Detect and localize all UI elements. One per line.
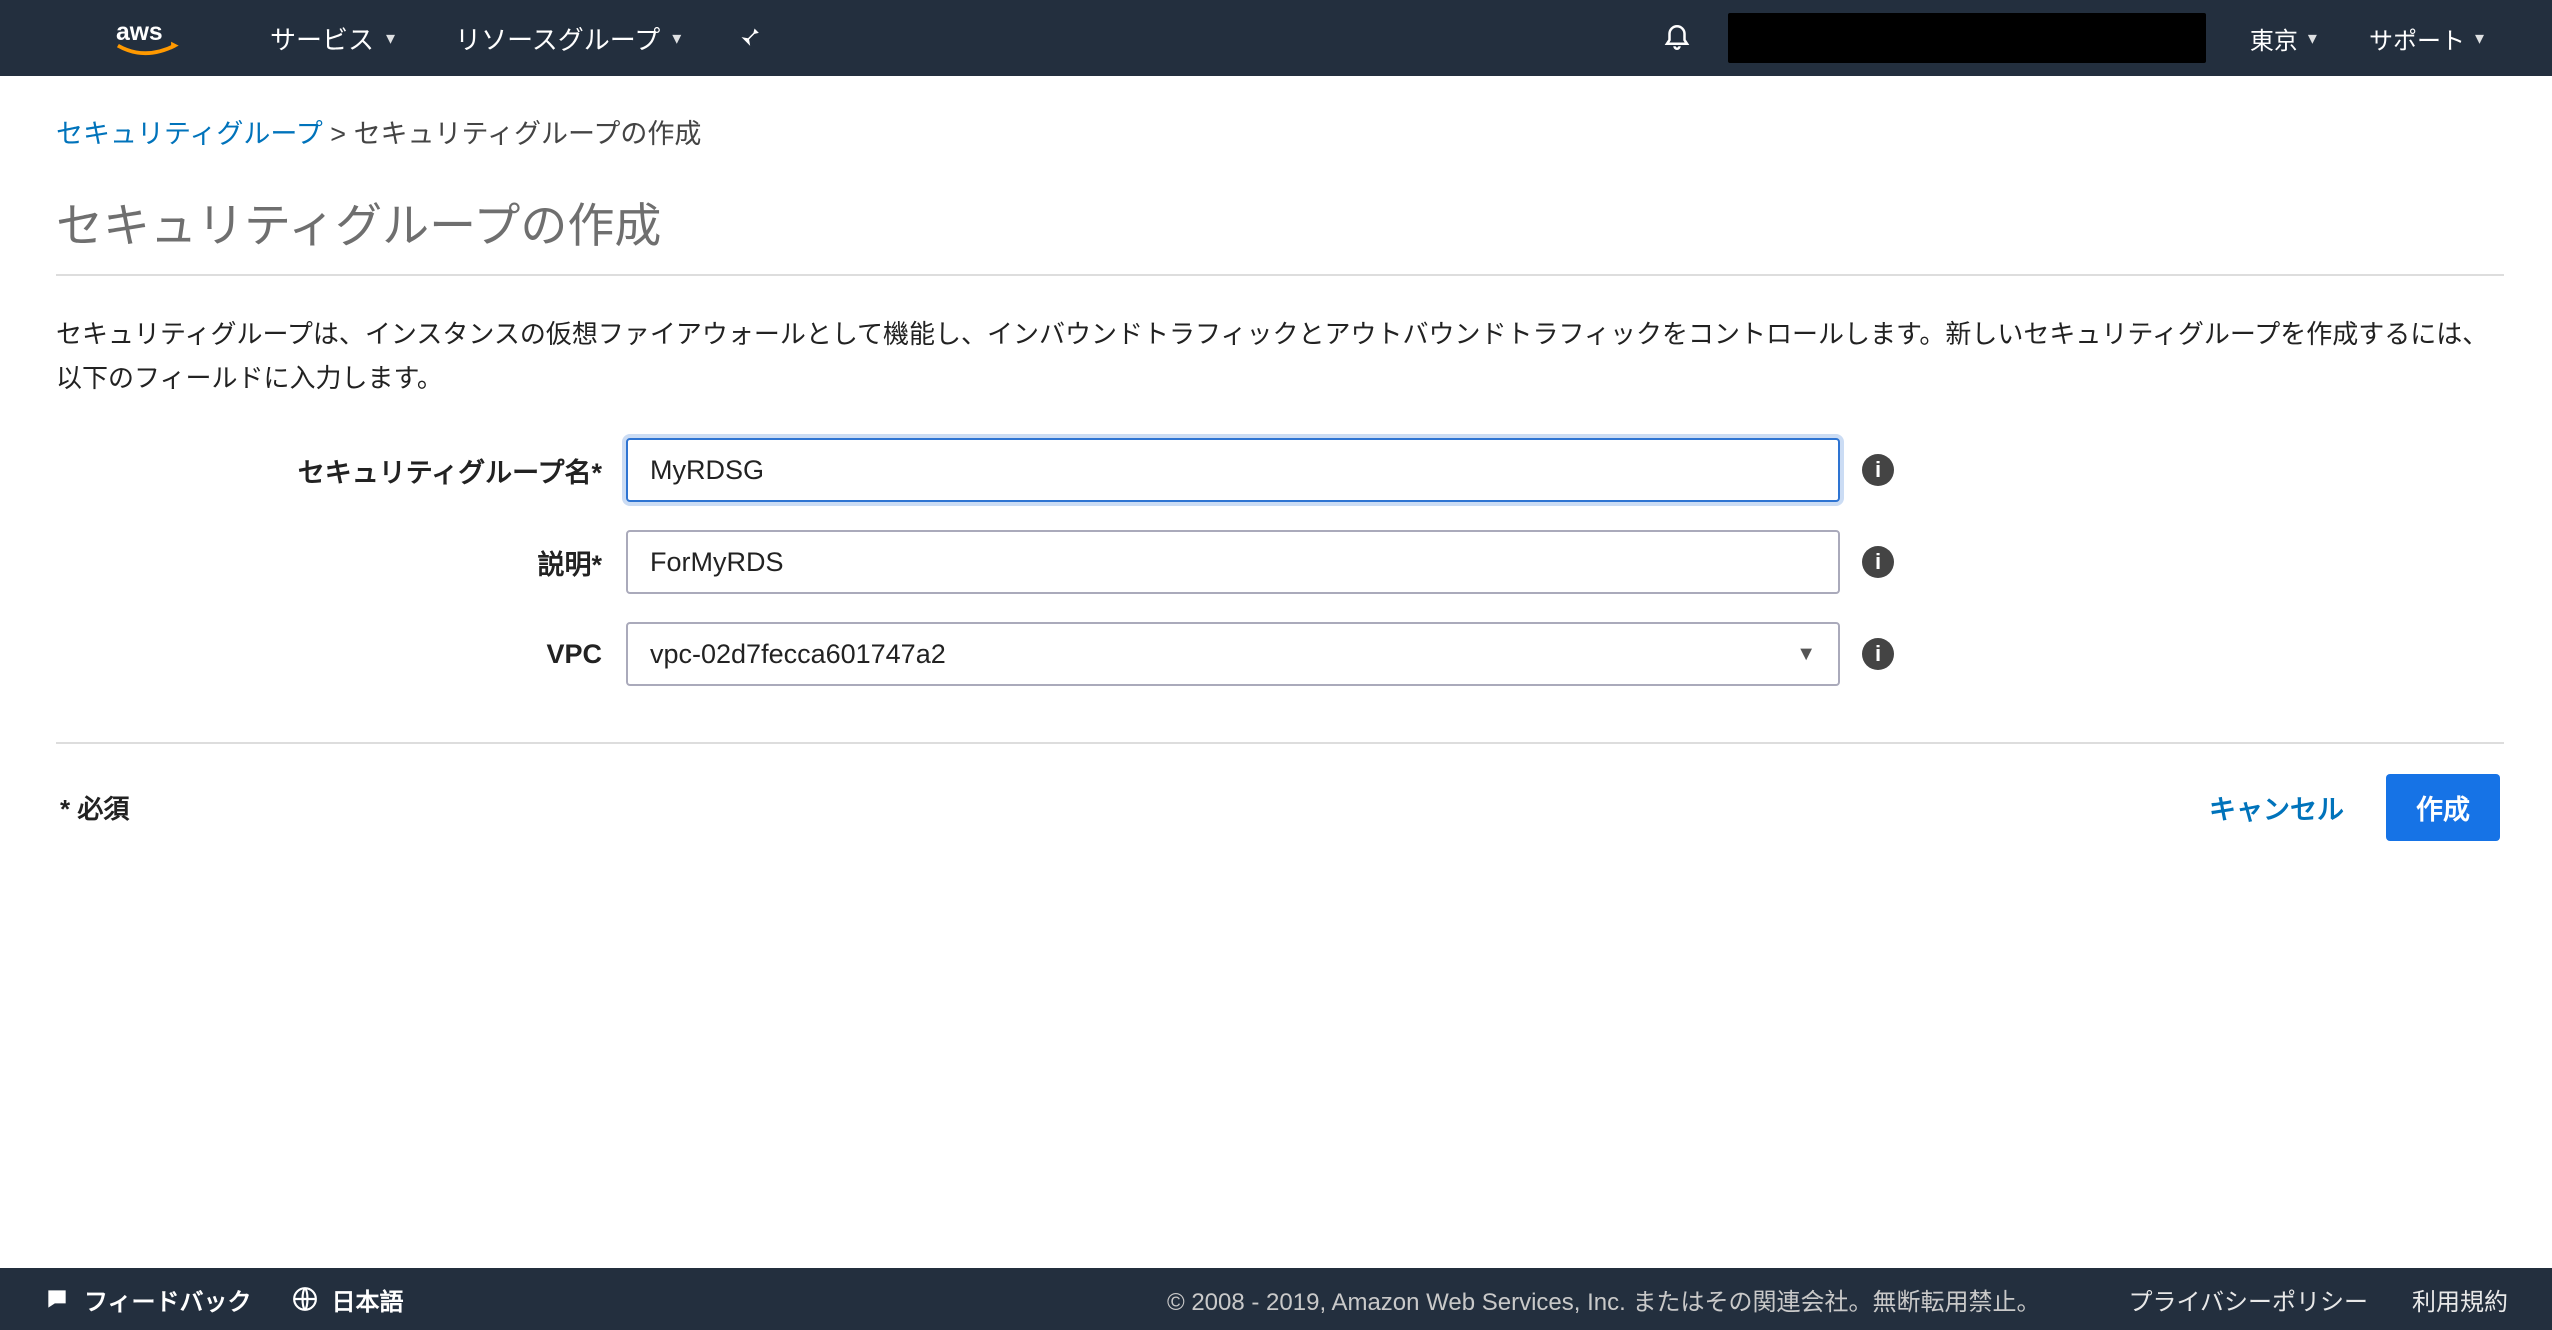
region-label: 東京	[2250, 21, 2298, 56]
caret-down-icon: ▾	[2475, 28, 2484, 49]
caret-down-icon: ▾	[386, 28, 395, 49]
caret-down-icon: ▾	[672, 28, 681, 49]
breadcrumb-separator: >	[330, 119, 353, 149]
select-vpc-value: vpc-02d7fecca601747a2	[650, 639, 946, 670]
info-icon[interactable]: i	[1862, 546, 1894, 578]
speech-bubble-icon	[44, 1286, 70, 1312]
breadcrumb-parent-link[interactable]: セキュリティグループ	[56, 119, 323, 149]
region-selector[interactable]: 東京 ▾	[2224, 21, 2343, 56]
cancel-button[interactable]: キャンセル	[2181, 772, 2372, 843]
copyright-text: © 2008 - 2019, Amazon Web Services, Inc.…	[1167, 1282, 2040, 1317]
actions-row: * 必須 キャンセル 作成	[56, 744, 2504, 843]
caret-down-icon: ▾	[2308, 28, 2317, 49]
label-description: 説明*	[56, 543, 626, 582]
language-label: 日本語	[332, 1282, 404, 1317]
select-vpc[interactable]: vpc-02d7fecca601747a2 ▼	[626, 622, 1840, 686]
terms-link[interactable]: 利用規約	[2412, 1282, 2508, 1317]
breadcrumb-current: セキュリティグループの作成	[354, 119, 702, 149]
create-sg-form: セキュリティグループ名* i 説明* i VPC vpc-02d7fecca60…	[56, 438, 2504, 686]
privacy-link[interactable]: プライバシーポリシー	[2128, 1282, 2368, 1317]
page-content: セキュリティグループ > セキュリティグループの作成 セキュリティグループの作成…	[0, 76, 2552, 843]
triangle-down-icon: ▼	[1796, 643, 1816, 666]
input-group-name[interactable]	[626, 438, 1840, 502]
support-label: サポート	[2369, 21, 2465, 56]
nav-resource-groups[interactable]: リソースグループ ▾	[425, 0, 711, 76]
pin-icon[interactable]	[711, 22, 785, 55]
feedback-link[interactable]: フィードバック	[44, 1282, 252, 1317]
page-description: セキュリティグループは、インスタンスの仮想ファイアウォールとして機能し、インバウ…	[56, 312, 2504, 400]
row-description: 説明* i	[56, 530, 2504, 594]
nav-resource-groups-label: リソースグループ	[455, 20, 660, 57]
breadcrumb: セキュリティグループ > セキュリティグループの作成	[56, 112, 2504, 151]
globe-icon	[292, 1286, 318, 1312]
required-note: * 必須	[60, 789, 129, 826]
language-selector[interactable]: 日本語	[292, 1282, 404, 1317]
page-title: セキュリティグループの作成	[56, 187, 2504, 276]
bottom-bar: フィードバック 日本語 © 2008 - 2019, Amazon Web Se…	[0, 1268, 2552, 1330]
row-vpc: VPC vpc-02d7fecca601747a2 ▼ i	[56, 622, 2504, 686]
account-menu[interactable]	[1728, 13, 2206, 63]
row-group-name: セキュリティグループ名* i	[56, 438, 2504, 502]
info-icon[interactable]: i	[1862, 638, 1894, 670]
nav-services[interactable]: サービス ▾	[240, 0, 425, 76]
label-vpc: VPC	[56, 639, 626, 670]
aws-logo[interactable]: aws	[0, 15, 240, 61]
support-menu[interactable]: サポート ▾	[2343, 21, 2510, 56]
top-nav: aws サービス ▾ リソースグループ ▾ 東京 ▾ サポート ▾	[0, 0, 2552, 76]
feedback-label: フィードバック	[84, 1282, 252, 1317]
nav-services-label: サービス	[270, 20, 374, 57]
info-icon[interactable]: i	[1862, 454, 1894, 486]
input-description[interactable]	[626, 530, 1840, 594]
svg-text:aws: aws	[116, 19, 163, 46]
label-group-name: セキュリティグループ名*	[56, 451, 626, 490]
create-button[interactable]: 作成	[2386, 774, 2500, 841]
notifications-icon[interactable]	[1644, 20, 1710, 57]
